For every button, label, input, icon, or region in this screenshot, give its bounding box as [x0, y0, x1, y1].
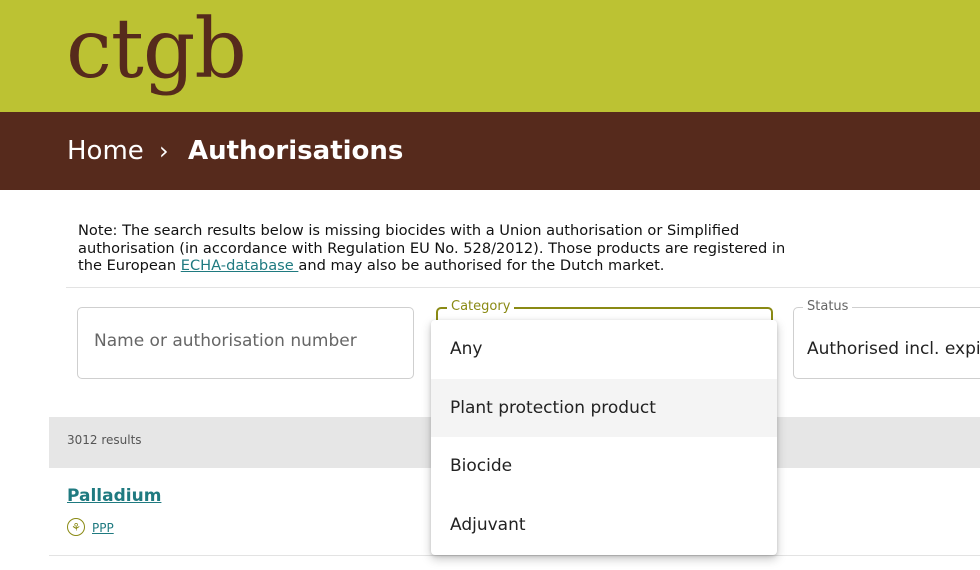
page-title: Authorisations: [188, 136, 404, 166]
status-label: Status: [803, 299, 853, 314]
breadcrumb: Home › Authorisations: [0, 112, 980, 190]
category-option-plant-protection-product[interactable]: Plant protection product: [431, 379, 777, 437]
result-type-link[interactable]: PPP: [92, 521, 114, 535]
category-dropdown-menu: Any Plant protection product Biocide Adj…: [431, 320, 777, 555]
wheat-icon: ⚘: [67, 518, 85, 536]
category-option-any[interactable]: Any: [431, 320, 777, 378]
results-count: 3012 results: [67, 433, 142, 447]
top-banner: ctgb: [0, 0, 980, 112]
category-option-adjuvant[interactable]: Adjuvant: [431, 496, 777, 554]
ctgb-logo[interactable]: ctgb: [66, 0, 247, 100]
note-text-after: and may also be authorised for the Dutch…: [298, 257, 665, 274]
biocide-note: Note: The search results below is missin…: [78, 222, 798, 275]
status-selected-value: Authorised incl. expi: [807, 339, 980, 359]
result-divider: [49, 555, 980, 556]
section-divider: [66, 287, 980, 288]
echa-database-link[interactable]: ECHA-database: [181, 257, 299, 274]
chevron-right-icon: ›: [159, 137, 169, 165]
category-label: Category: [447, 299, 515, 314]
name-search-field[interactable]: [77, 307, 414, 379]
name-search-input[interactable]: [92, 330, 396, 352]
breadcrumb-home-link[interactable]: Home: [67, 136, 144, 166]
result-title-link[interactable]: Palladium: [67, 486, 161, 506]
status-select[interactable]: Status Authorised incl. expi: [793, 299, 980, 379]
category-option-biocide[interactable]: Biocide: [431, 437, 777, 495]
